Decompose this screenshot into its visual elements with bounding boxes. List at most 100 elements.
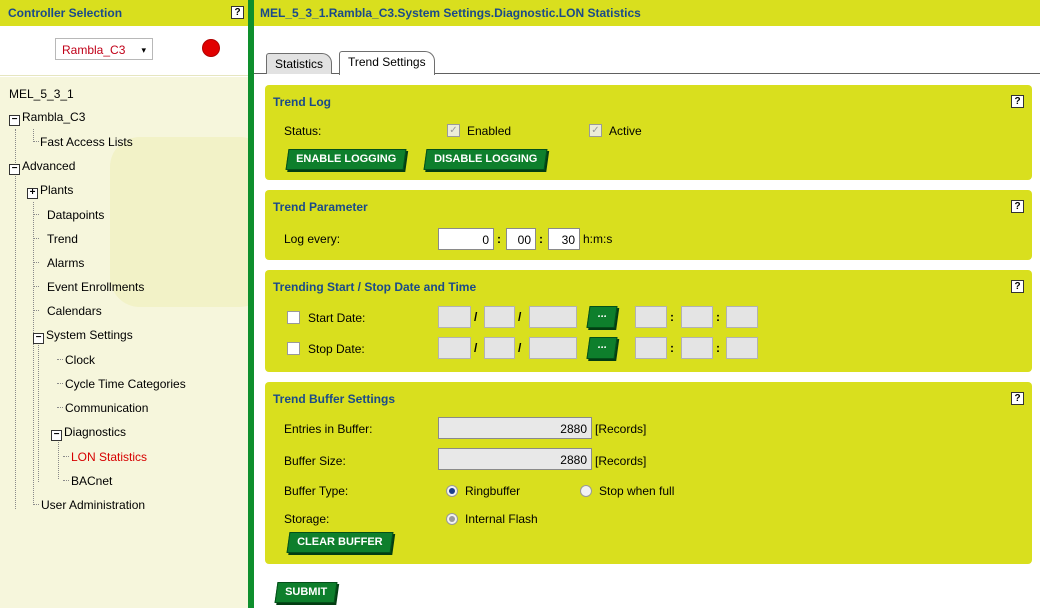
stop-calendar-button[interactable]: ... xyxy=(586,337,618,359)
start-calendar-button[interactable]: ... xyxy=(586,306,618,328)
tree-item-datapoints[interactable]: Datapoints xyxy=(47,208,104,222)
tree-item-bacnet[interactable]: BACnet xyxy=(71,474,112,488)
entries-in-buffer-label: Entries in Buffer: xyxy=(284,422,373,436)
tree-item-diagnostics[interactable]: − Diagnostics xyxy=(51,425,126,441)
trending-start-stop-section: Trending Start / Stop Date and Time ? St… xyxy=(265,270,1032,372)
start-month-input[interactable] xyxy=(484,306,515,328)
controller-selection-header: Controller Selection ? xyxy=(0,0,248,26)
help-icon[interactable]: ? xyxy=(1011,95,1024,108)
trend-buffer-section: Trend Buffer Settings ? Entries in Buffe… xyxy=(265,382,1032,564)
tree-item-user-administration[interactable]: User Administration xyxy=(41,498,145,512)
tree-item-advanced[interactable]: − Advanced xyxy=(9,159,75,175)
tree-item-plants[interactable]: + Plants xyxy=(27,183,73,199)
collapse-icon[interactable]: − xyxy=(51,430,62,441)
tree-item-label: Rambla_C3 xyxy=(22,110,86,124)
stop-day-input[interactable] xyxy=(438,337,471,359)
time-separator: : xyxy=(670,310,674,324)
section-title: Trend Parameter xyxy=(273,200,368,214)
buffer-type-label: Buffer Type: xyxy=(284,484,349,498)
clear-buffer-button[interactable]: CLEAR BUFFER xyxy=(286,532,394,553)
tree-item-cycle-time-categories[interactable]: Cycle Time Categories xyxy=(65,377,186,391)
minutes-input[interactable]: 00 xyxy=(506,228,536,250)
button-label: SUBMIT xyxy=(285,586,328,598)
start-second-input[interactable] xyxy=(726,306,758,328)
tree-item-trend[interactable]: Trend xyxy=(47,232,78,246)
button-label: ENABLE LOGGING xyxy=(296,153,397,165)
help-icon[interactable]: ? xyxy=(231,6,244,19)
internal-flash-label: Internal Flash xyxy=(465,512,538,526)
date-separator: / xyxy=(474,310,478,324)
help-icon[interactable]: ? xyxy=(1011,200,1024,213)
section-title: Trend Log xyxy=(273,95,331,109)
help-icon[interactable]: ? xyxy=(1011,280,1024,293)
hours-input[interactable]: 0 xyxy=(438,228,494,250)
tree-item-label: System Settings xyxy=(46,328,133,342)
stop-minute-input[interactable] xyxy=(681,337,713,359)
help-icon[interactable]: ? xyxy=(1011,392,1024,405)
tree-item-event-enrollments[interactable]: Event Enrollments xyxy=(47,280,144,294)
stop-date-checkbox[interactable] xyxy=(287,342,300,355)
tree-item-label: Diagnostics xyxy=(64,425,127,439)
collapse-icon[interactable]: − xyxy=(9,164,20,175)
chevron-down-icon: ▾ xyxy=(141,45,146,55)
time-separator: : xyxy=(497,232,501,246)
navigation-tree: MEL_5_3_1 − Rambla_C3 Fast Access Lists −… xyxy=(0,77,248,608)
active-label: Active xyxy=(609,124,642,138)
trend-log-section: Trend Log ? Status: ✓ Enabled ✓ Active E… xyxy=(265,85,1032,180)
stop-month-input[interactable] xyxy=(484,337,515,359)
disable-logging-button[interactable]: DISABLE LOGGING xyxy=(423,149,548,170)
entries-in-buffer-field: 2880 xyxy=(438,417,592,439)
records-unit: [Records] xyxy=(595,454,647,468)
trend-parameter-section: Trend Parameter ? Log every: 0 : 00 : 30… xyxy=(265,190,1032,260)
ringbuffer-radio[interactable] xyxy=(446,485,458,497)
breadcrumb: MEL_5_3_1.Rambla_C3.System Settings.Diag… xyxy=(260,6,641,20)
active-checkbox[interactable]: ✓ xyxy=(589,124,602,137)
stop-second-input[interactable] xyxy=(726,337,758,359)
start-minute-input[interactable] xyxy=(681,306,713,328)
tree-item-clock[interactable]: Clock xyxy=(65,353,95,367)
controller-panel: Controller Selection ? Rambla_C3 ▾ MEL_5… xyxy=(0,0,248,608)
log-every-label: Log every: xyxy=(284,232,341,246)
controller-status-icon xyxy=(202,39,220,57)
stop-date-label: Stop Date: xyxy=(308,342,365,356)
start-hour-input[interactable] xyxy=(635,306,667,328)
seconds-input[interactable]: 30 xyxy=(548,228,580,250)
start-year-input[interactable] xyxy=(529,306,577,328)
tree-item-lon-statistics[interactable]: LON Statistics xyxy=(71,450,147,464)
tree-item-alarms[interactable]: Alarms xyxy=(47,256,84,270)
controller-dropdown[interactable]: Rambla_C3 ▾ xyxy=(55,38,153,60)
tree-item-system-settings[interactable]: − System Settings xyxy=(33,328,133,344)
tab-statistics[interactable]: Statistics xyxy=(266,53,333,74)
enabled-checkbox[interactable]: ✓ xyxy=(447,124,460,137)
collapse-icon[interactable]: − xyxy=(9,115,20,126)
internal-flash-radio[interactable] xyxy=(446,513,458,525)
controller-row: Rambla_C3 ▾ xyxy=(0,26,248,76)
records-unit: [Records] xyxy=(595,422,647,436)
time-separator: : xyxy=(670,341,674,355)
stop-hour-input[interactable] xyxy=(635,337,667,359)
enable-logging-button[interactable]: ENABLE LOGGING xyxy=(285,149,407,170)
collapse-icon[interactable]: − xyxy=(33,333,44,344)
tree-item-calendars[interactable]: Calendars xyxy=(47,304,102,318)
tree-item-communication[interactable]: Communication xyxy=(65,401,148,415)
status-label: Status: xyxy=(284,124,322,138)
stop-when-full-radio[interactable] xyxy=(580,485,592,497)
main-panel: MEL_5_3_1.Rambla_C3.System Settings.Diag… xyxy=(254,0,1040,608)
storage-label: Storage: xyxy=(284,512,330,526)
submit-button[interactable]: SUBMIT xyxy=(274,582,338,603)
tree-item-root[interactable]: MEL_5_3_1 xyxy=(9,87,74,101)
start-date-label: Start Date: xyxy=(308,311,366,325)
tree-item-fast-access[interactable]: Fast Access Lists xyxy=(40,135,133,149)
controller-selection-title: Controller Selection xyxy=(8,6,123,20)
start-date-checkbox[interactable] xyxy=(287,311,300,324)
tree-item-rambla[interactable]: − Rambla_C3 xyxy=(9,110,85,126)
hms-unit-label: h:m:s xyxy=(583,232,613,246)
buffer-size-field: 2880 xyxy=(438,448,592,470)
tab-bar: Statistics Trend Settings xyxy=(254,50,1040,75)
tree-item-label: Advanced xyxy=(22,159,76,173)
tab-trend-settings[interactable]: Trend Settings xyxy=(339,51,435,75)
start-day-input[interactable] xyxy=(438,306,471,328)
expand-icon[interactable]: + xyxy=(27,188,38,199)
button-label: CLEAR BUFFER xyxy=(297,536,383,548)
stop-year-input[interactable] xyxy=(529,337,577,359)
